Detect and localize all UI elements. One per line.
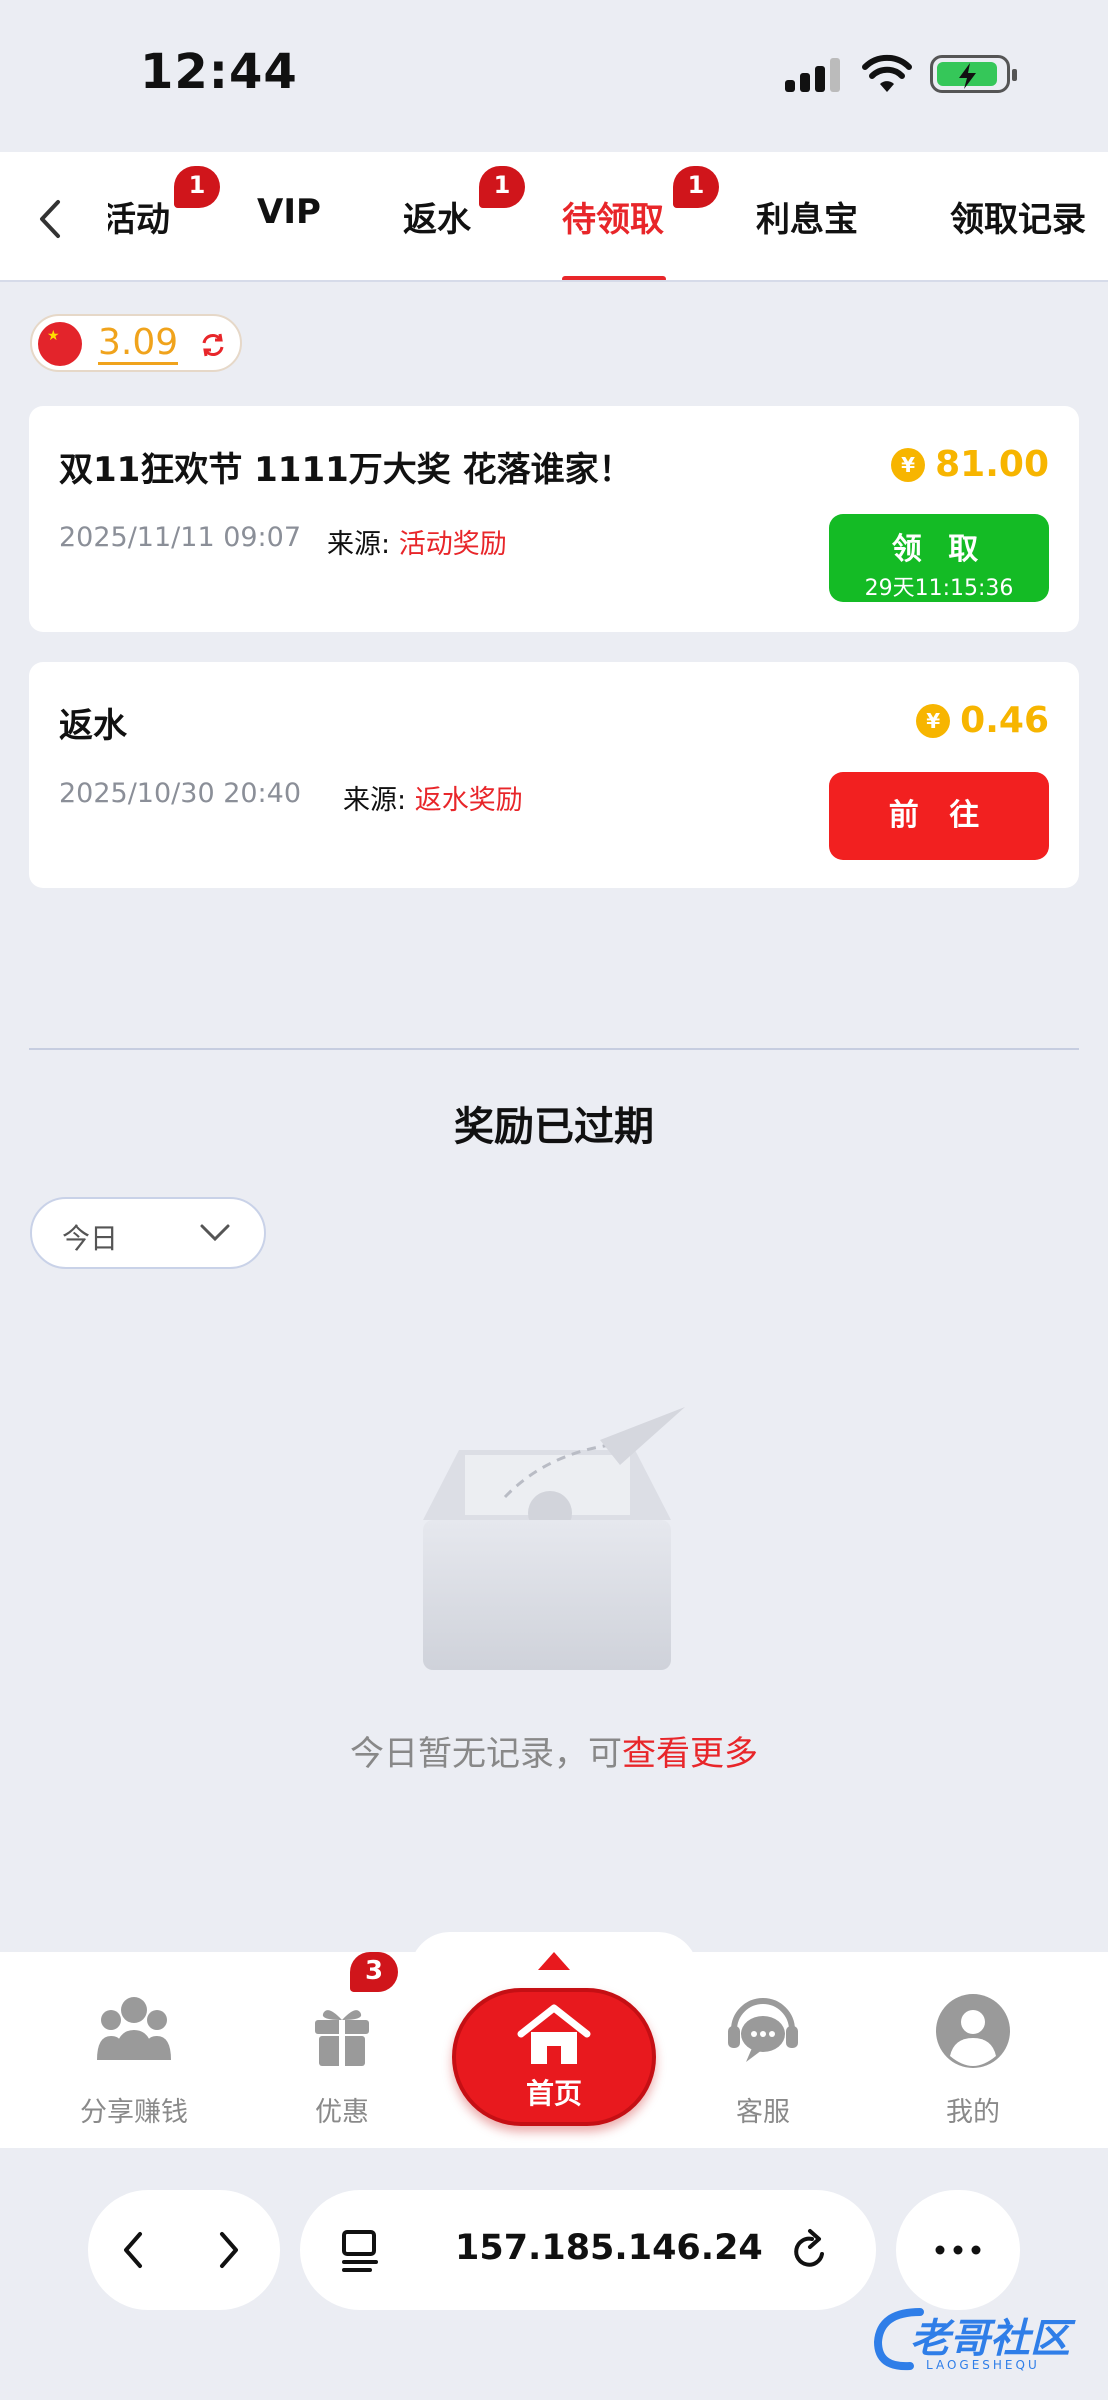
battery-icon	[930, 55, 1017, 93]
reward-title: 返水	[59, 706, 127, 746]
category-tabbar: 活动 1 VIP 返水 1 待领取 1 利息宝 领取记录	[0, 152, 1108, 282]
browser-forward-icon[interactable]	[214, 2228, 244, 2272]
home-icon	[517, 2004, 591, 2064]
tabs-overview-icon[interactable]	[340, 2228, 384, 2274]
balance-chip: ★ 3.09	[30, 314, 242, 372]
empty-message: 今日暂无记录，可查看更多	[350, 1734, 758, 1774]
date-filter-select[interactable]: 今日	[30, 1197, 266, 1269]
reward-source: 来源: 活动奖励	[327, 529, 507, 560]
yuan-coin-icon: ¥	[891, 447, 926, 482]
go-button[interactable]: 前 往	[829, 772, 1049, 860]
nav-promotions[interactable]: 优惠	[257, 1990, 427, 2129]
claim-button[interactable]: 领 取 29天11:15:36	[829, 514, 1049, 602]
nav-home-button[interactable]: 首页	[452, 1988, 656, 2126]
reward-amount: ¥ 81.00	[891, 444, 1049, 485]
reload-icon[interactable]	[788, 2226, 834, 2276]
tab-claim-history[interactable]: 领取记录	[950, 192, 1086, 241]
balance-value: 3.09	[98, 322, 179, 365]
tab-activity[interactable]: 活动	[108, 192, 170, 241]
reward-date: 2025/10/30 20:40	[59, 778, 302, 809]
promo-count-badge: 3	[350, 1952, 398, 1992]
tab-rebate[interactable]: 返水	[403, 192, 471, 241]
nav-my-account[interactable]: 我的	[888, 1990, 1058, 2129]
view-more-link[interactable]: 查看更多	[622, 1734, 758, 1774]
tab-rebate-badge: 1	[479, 166, 525, 208]
tab-active-indicator	[562, 276, 666, 280]
watermark-logo: 老哥社区 LAOGESHEQU	[870, 2300, 1095, 2380]
chevron-down-icon	[200, 1224, 230, 1242]
expired-section-title: 奖励已过期	[454, 1104, 654, 1150]
reward-card: 双11狂欢节 1111万大奖 花落谁家！ 2025/11/11 09:07 来源…	[29, 406, 1079, 632]
nav-share-earn[interactable]: 分享赚钱	[49, 1990, 219, 2129]
tab-interest[interactable]: 利息宝	[756, 192, 858, 241]
cellular-signal-icon	[785, 58, 841, 92]
refresh-icon[interactable]	[198, 330, 228, 360]
wifi-icon	[862, 54, 912, 92]
url-text: 157.185.146.24	[455, 2228, 763, 2268]
caret-up-icon	[538, 1952, 570, 1970]
tab-pending[interactable]: 待领取	[562, 192, 664, 241]
browser-back-icon[interactable]	[118, 2228, 148, 2272]
yuan-coin-icon: ¥	[916, 703, 951, 738]
reward-date: 2025/11/11 09:07	[59, 522, 302, 553]
section-divider	[29, 1048, 1079, 1050]
reward-title: 双11狂欢节 1111万大奖 花落谁家！	[59, 450, 633, 490]
tab-vip[interactable]: VIP	[257, 192, 321, 232]
reward-card: 返水 2025/10/30 20:40 来源: 返水奖励 ¥ 0.46 前 往	[29, 662, 1079, 888]
status-time: 12:44	[140, 44, 298, 100]
status-bar: 12:44	[0, 0, 1108, 150]
reward-source: 来源: 返水奖励	[343, 785, 523, 816]
reward-amount: ¥ 0.46	[916, 700, 1049, 741]
gift-icon	[315, 2010, 369, 2066]
claim-countdown: 29天11:15:36	[864, 576, 1014, 601]
browser-more-button[interactable]	[896, 2190, 1020, 2310]
back-arrow-icon[interactable]	[30, 194, 70, 244]
china-flag-icon: ★	[38, 322, 82, 366]
more-dots-icon	[935, 2245, 981, 2255]
headset-chat-icon	[728, 1998, 798, 2062]
empty-box-icon	[395, 1385, 695, 1685]
tab-activity-badge: 1	[174, 166, 220, 208]
user-avatar-icon	[936, 1994, 1010, 2068]
nav-customer-service[interactable]: 客服	[678, 1990, 848, 2129]
browser-nav-group	[88, 2190, 280, 2310]
tab-pending-badge: 1	[673, 166, 719, 208]
group-people-icon	[97, 1997, 171, 2060]
